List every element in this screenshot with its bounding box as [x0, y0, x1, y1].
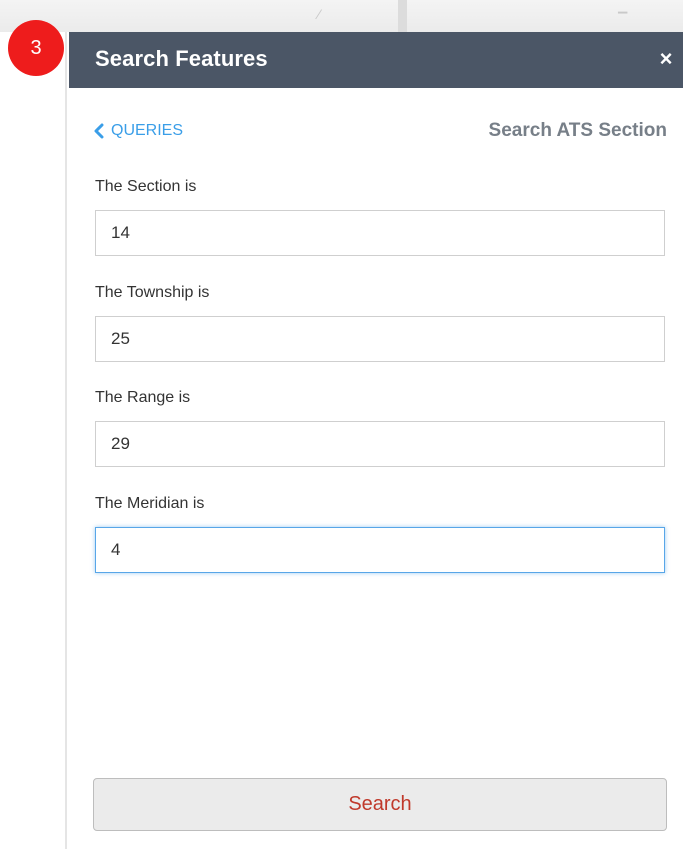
back-link-label: QUERIES [111, 122, 184, 139]
map-symbol-icon: ▔ [618, 12, 628, 26]
chevron-left-icon [94, 123, 104, 139]
map-road [398, 0, 407, 32]
step-badge: 3 [8, 20, 64, 76]
query-title: Search ATS Section [488, 120, 667, 141]
section-label: The Section is [95, 178, 197, 195]
section-input[interactable] [95, 210, 665, 256]
panel-header: Search Features × [69, 32, 683, 88]
map-symbol-icon: ⁄ [318, 6, 321, 22]
search-features-panel: Search Features × QUERIES Search ATS Sec… [69, 32, 683, 849]
township-input[interactable] [95, 316, 665, 362]
meridian-input[interactable] [95, 527, 665, 573]
range-label: The Range is [95, 389, 191, 406]
range-input[interactable] [95, 421, 665, 467]
map-edge [0, 32, 67, 849]
close-button[interactable]: × [655, 46, 677, 72]
map-background: ⁄ ▔ [0, 0, 683, 32]
screen: ⁄ ▔ 3 Search Features × QUERIES Search A… [0, 0, 683, 849]
township-label: The Township is [95, 284, 210, 301]
search-button[interactable]: Search [93, 778, 667, 831]
back-to-queries-link[interactable]: QUERIES [93, 122, 183, 140]
panel-title: Search Features [95, 46, 268, 71]
meridian-label: The Meridian is [95, 495, 205, 512]
close-icon: × [659, 46, 673, 71]
